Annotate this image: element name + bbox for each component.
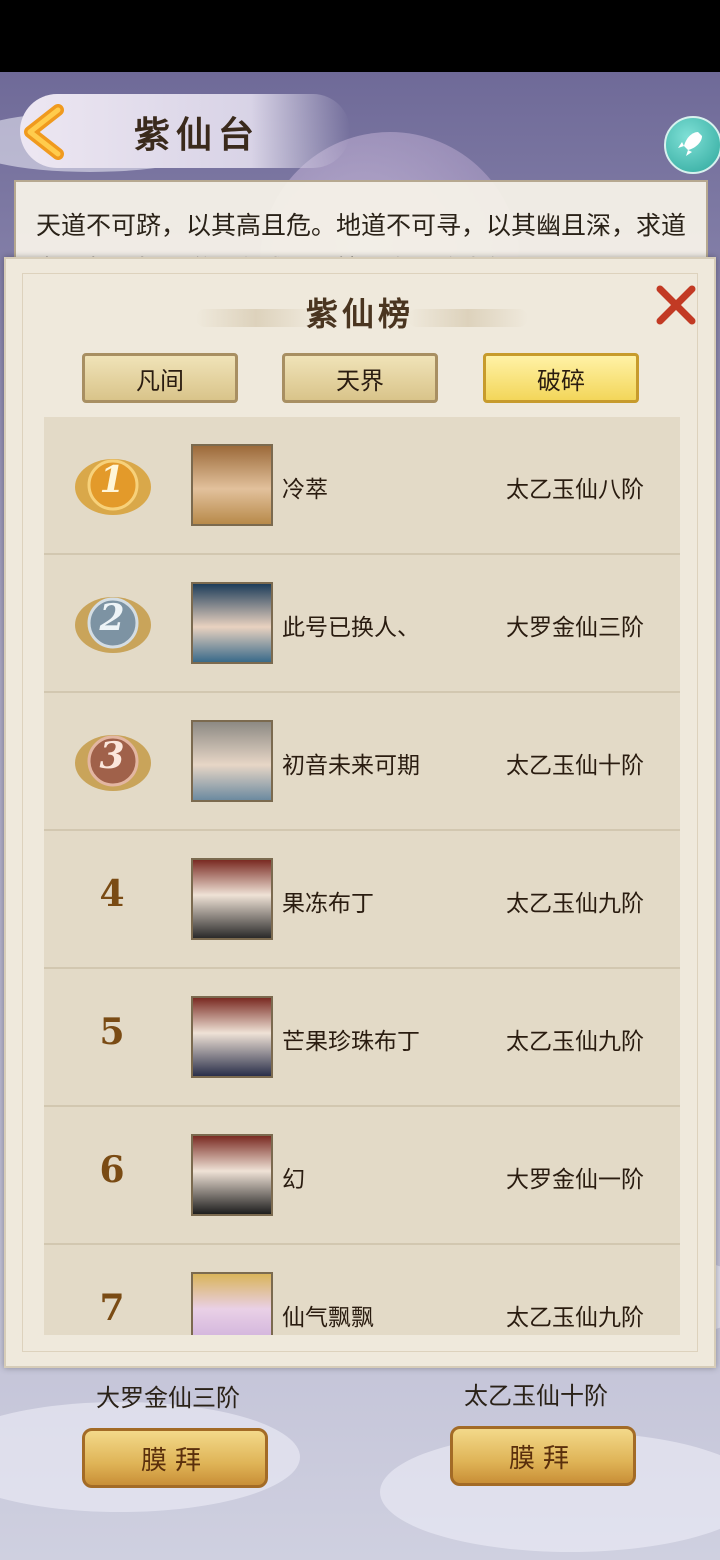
avatar [191,1272,273,1335]
player-name: 幻 [282,1167,305,1193]
player-name: 仙气飘飘 [282,1305,374,1331]
header: 紫仙台 [0,88,440,174]
player-name: 初音未来可期 [282,753,420,779]
player-realm: 太乙玉仙九阶 [506,891,644,917]
status-bar [0,0,720,72]
back-button[interactable] [16,104,76,160]
avatar [191,720,273,802]
avatar [191,996,273,1078]
ranking-row[interactable]: 6 幻 大罗金仙一阶 [44,1107,680,1245]
player-name: 芒果珍珠布丁 [282,1029,420,1055]
avatar [191,582,273,664]
rocket-icon [678,132,702,156]
rank-number: 6 [99,1149,125,1191]
ranking-row[interactable]: 4 果冻布丁 太乙玉仙九阶 [44,831,680,969]
player-name: 此号已换人、 [282,615,420,641]
ranking-row[interactable]: 3 初音未来可期 太乙玉仙十阶 [44,693,680,831]
player-realm: 太乙玉仙九阶 [506,1305,644,1331]
tab-posui[interactable]: 破碎 [483,353,639,403]
ranking-row[interactable]: 5 芒果珍珠布丁 太乙玉仙九阶 [44,969,680,1107]
worship-button-left[interactable]: 膜拜 [82,1428,268,1488]
player-realm: 大罗金仙三阶 [506,615,644,641]
ranking-row[interactable]: 7 仙气飘飘 太乙玉仙九阶 [44,1245,680,1335]
page-title: 紫仙台 [134,114,261,156]
player-realm: 太乙玉仙十阶 [506,753,644,779]
ranking-row[interactable]: 2 此号已换人、 大罗金仙三阶 [44,555,680,693]
rank-number: 4 [99,873,125,915]
ranking-row[interactable]: 1 冷萃 太乙玉仙八阶 [44,417,680,555]
rank-number: 2 [99,597,125,639]
close-icon [656,285,696,325]
rank-number: 3 [99,735,125,777]
avatar [191,1134,273,1216]
player-realm: 大罗金仙一阶 [506,1167,644,1193]
close-button[interactable] [654,283,698,327]
player-realm: 太乙玉仙八阶 [506,477,644,503]
rocket-button[interactable] [664,116,720,174]
rank-number: 5 [99,1011,125,1053]
ranking-list[interactable]: 1 冷萃 太乙玉仙八阶 2 此号已换人、 大罗金仙三阶 3 初音未来可期 太乙玉… [44,417,680,1335]
player-realm: 太乙玉仙九阶 [506,1029,644,1055]
right-realm-label: 太乙玉仙十阶 [464,1382,608,1410]
rank-number: 7 [99,1287,125,1329]
player-name: 果冻布丁 [282,891,374,917]
left-realm-label: 大罗金仙三阶 [96,1384,240,1412]
tab-fanjian[interactable]: 凡间 [82,353,238,403]
rank-number: 1 [99,459,125,501]
tab-tianjie[interactable]: 天界 [282,353,438,403]
player-name: 冷萃 [282,477,328,503]
avatar [191,444,273,526]
ranking-modal: 紫仙榜 凡间 天界 破碎 1 冷萃 太乙玉仙八阶 2 此号已换人、 大罗金仙三阶… [4,257,716,1368]
chevron-left-icon [24,104,64,160]
worship-button-right[interactable]: 膜拜 [450,1426,636,1486]
avatar [191,858,273,940]
modal-title: 紫仙榜 [305,295,414,333]
